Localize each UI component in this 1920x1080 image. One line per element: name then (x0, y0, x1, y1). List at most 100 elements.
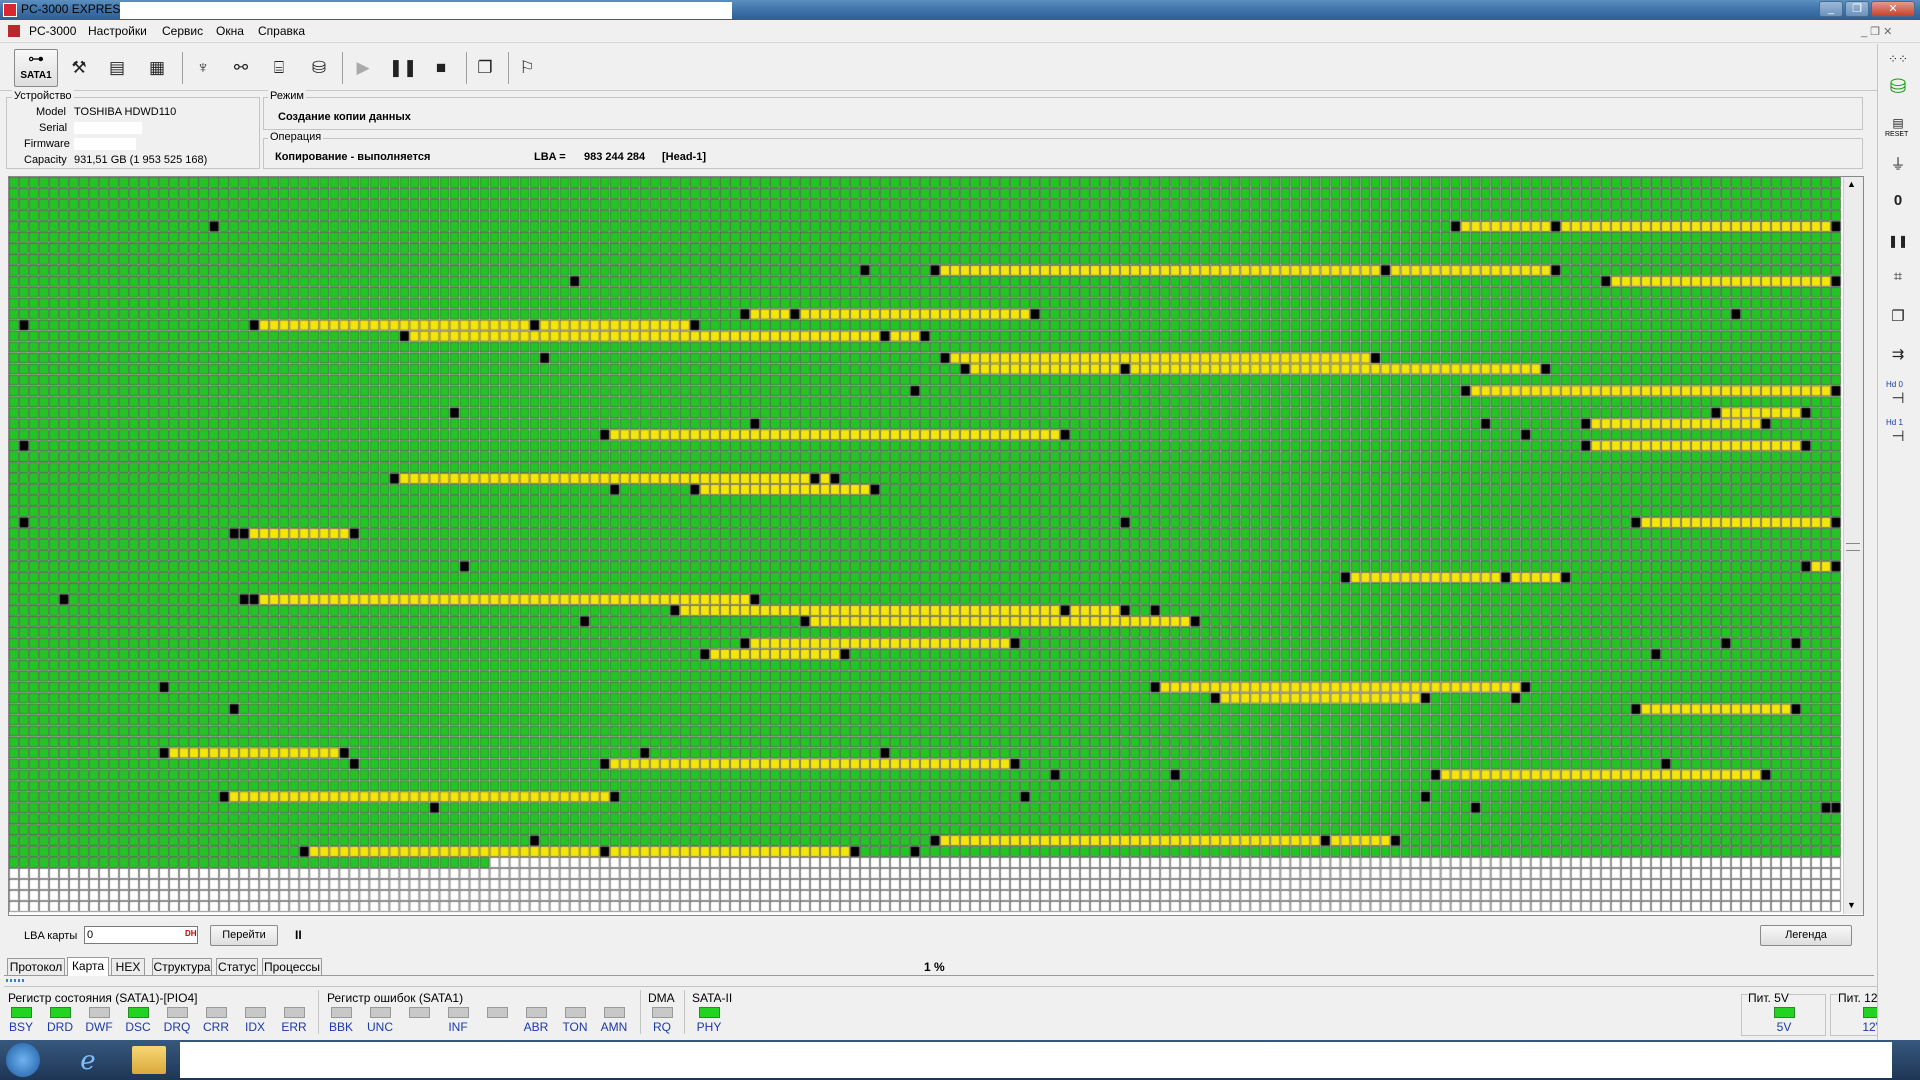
zero-icon[interactable]: 0 (1880, 186, 1916, 216)
head-indicator: [Head-1] (662, 151, 707, 163)
toolbar-separator (508, 52, 509, 84)
firmware-label: Firmware (24, 138, 70, 150)
status-label: BSY (8, 1020, 33, 1034)
internet-explorer-icon[interactable]: ℯ (72, 1045, 104, 1075)
drive-stack-icon[interactable]: ⛁ (1880, 72, 1916, 102)
model-label: Model (36, 106, 66, 118)
scsi-disk-icon[interactable]: ▤ (100, 50, 134, 86)
capacity-label: Capacity (24, 154, 67, 166)
tab-status[interactable]: Статус (216, 958, 258, 975)
connector-icon[interactable]: ⌗ (1880, 262, 1916, 292)
error-led-abr (526, 1007, 547, 1018)
progress-percent: 1 % (924, 960, 945, 974)
mode-panel (263, 97, 1863, 130)
register-divider (318, 990, 319, 1034)
power-5v-title: Пит. 5V (1748, 991, 1789, 1005)
error-label: TON (562, 1020, 588, 1034)
decimal-toggle-icon[interactable]: DH (185, 929, 197, 940)
dma-title: DMA (648, 991, 675, 1005)
status-led-idx (245, 1007, 266, 1018)
register-divider (640, 990, 641, 1034)
lba-map-input[interactable] (84, 926, 198, 944)
tab-strip-line (4, 975, 1874, 976)
status-led-drq (167, 1007, 188, 1018)
percent-disk-icon[interactable]: ▦ (140, 50, 174, 86)
status-label: ERR (281, 1020, 307, 1034)
reset-label: RESET (1885, 131, 1909, 138)
error-led-amn (604, 1007, 625, 1018)
menu-help[interactable]: Справка (258, 24, 305, 38)
window-title: PC-3000 EXPRESS - (21, 2, 136, 16)
menu-pc3000[interactable]: PC-3000 (29, 24, 76, 38)
lba-label: LBA = (534, 151, 566, 163)
disk-export-icon[interactable]: ⛁ (302, 50, 336, 86)
menu-windows[interactable]: Окна (216, 24, 244, 38)
status-label: IDX (244, 1020, 265, 1034)
tab-map[interactable]: Карта (67, 957, 109, 976)
status-label: DRD (47, 1020, 73, 1034)
tab-hex[interactable]: HEX (111, 958, 145, 975)
error-label: AMN (600, 1020, 628, 1034)
map-scrollbar[interactable]: ▲ ▼ (1843, 177, 1863, 914)
go-button[interactable]: Перейти (210, 925, 278, 946)
pause-icon[interactable]: ❚❚ (386, 50, 420, 86)
copy-close-icon[interactable]: ❐ (1880, 302, 1916, 332)
head-0-icon[interactable]: ⊣ (1880, 384, 1916, 414)
binoculars-icon[interactable]: ⚯ (224, 50, 258, 86)
menu-app-icon (8, 25, 20, 37)
tab-processes[interactable]: Процессы (262, 958, 322, 975)
title-redacted-area (120, 2, 732, 19)
tree-icon[interactable]: ♆ (186, 50, 220, 86)
error-led-inf (448, 1007, 469, 1018)
sector-map[interactable] (9, 177, 1843, 914)
sidebar-pause-icon[interactable]: ❚❚ (1880, 226, 1916, 256)
head-1-icon[interactable]: ⊣ (1880, 422, 1916, 452)
app-icon (3, 3, 17, 17)
stop-icon[interactable]: ■ (424, 50, 458, 86)
scroll-up-icon[interactable]: ▲ (1847, 179, 1856, 189)
scroll-thumb[interactable] (1846, 543, 1860, 551)
dma-led-rq (652, 1007, 673, 1018)
error-label: ABR (523, 1020, 549, 1034)
operation-status: Копирование - выполняется (275, 151, 431, 163)
copy-window-icon[interactable]: ❐ (468, 50, 502, 86)
lba-value: 983 244 284 (584, 151, 646, 163)
runner-icon[interactable]: ⚐ (510, 50, 544, 86)
error-label: INF (448, 1020, 468, 1034)
power-led-5v (1774, 1007, 1795, 1018)
map-pause-button[interactable]: II (295, 928, 302, 942)
minimize-icon[interactable]: _ (1819, 1, 1843, 17)
menu-settings[interactable]: Настройки (88, 24, 147, 38)
power-label: 5V (1776, 1020, 1792, 1034)
status-label: DWF (85, 1020, 113, 1034)
error-label: UNC (367, 1020, 393, 1034)
tab-protocol[interactable]: Протокол (7, 958, 65, 975)
error-led-ton (565, 1007, 586, 1018)
start-button-icon[interactable] (6, 1043, 40, 1077)
power-plug-icon[interactable]: ⏚ (1880, 150, 1916, 180)
error-led-bbk (331, 1007, 352, 1018)
status-led-drd (50, 1007, 71, 1018)
mdi-controls[interactable]: _ ❐ ✕ (1861, 25, 1892, 38)
lba-map-label: LBA карты (24, 930, 78, 942)
scroll-down-icon[interactable]: ▼ (1847, 900, 1856, 910)
file-explorer-icon[interactable] (132, 1046, 166, 1074)
play-icon[interactable]: ▶ (346, 50, 380, 86)
register-divider (684, 990, 685, 1034)
capacity-value: 931,51 GB (1 953 525 168) (74, 154, 208, 166)
close-icon[interactable]: ✕ (1871, 1, 1915, 17)
status-label: CRR (203, 1020, 229, 1034)
menu-service[interactable]: Сервис (162, 24, 203, 38)
legend-button[interactable]: Легенда (1760, 925, 1852, 946)
status-led-dwf (89, 1007, 110, 1018)
sata2-title: SATA-II (692, 991, 733, 1005)
sata-port-button[interactable]: ⊶ SATA1 (14, 49, 58, 87)
status-led-crr (206, 1007, 227, 1018)
tools-icon[interactable]: ⚒ (62, 50, 96, 86)
restore-icon[interactable]: ❐ (1845, 1, 1869, 17)
serial-value-redacted (74, 122, 142, 134)
cylinder-icon[interactable]: ⌸ (262, 50, 296, 86)
grid-dots-icon[interactable]: ⁘⁘ (1880, 44, 1916, 74)
connector-line-icon[interactable]: ⇉ (1880, 340, 1916, 370)
tab-structure[interactable]: Структура (152, 958, 212, 975)
